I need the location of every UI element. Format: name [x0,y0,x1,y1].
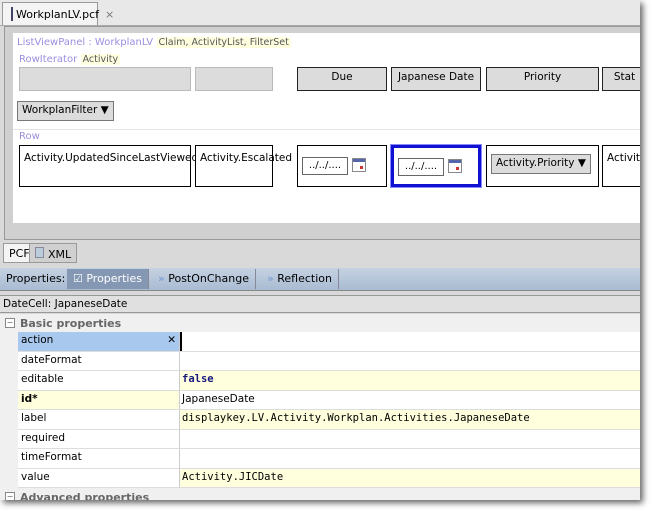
header-cell-blank-2[interactable] [195,67,273,91]
tab-postonchange[interactable]: » PostOnChange [152,269,256,289]
property-value[interactable]: JapaneseDate [180,390,640,409]
editor-tab-bar: WorkplanLV.pcf × [0,0,640,26]
chevron-down-icon: ▼ [577,157,586,169]
tab-properties[interactable]: ☑ Properties [67,269,149,289]
pcf-editor: ListViewPanel : WorkplanLV Claim, Activi… [4,26,640,263]
collapse-icon[interactable]: − [5,492,15,500]
section-title: Basic properties [20,316,122,330]
cell-japanese-date-selected[interactable]: ../../.... [390,144,482,188]
arrow-icon: » [267,272,278,285]
filter-label: WorkplanFilter [22,104,98,116]
tab-properties-label: Properties [86,272,142,285]
listviewpanel-args: Claim, ActivityList, FilterSet [156,37,291,48]
arrow-icon: » [158,272,169,285]
clear-icon[interactable]: ✕ [167,334,176,349]
property-key: timeFormat [18,449,180,468]
tab-reflection[interactable]: » Reflection [261,269,339,289]
property-row-timeformat[interactable]: timeFormat [18,449,640,469]
property-value[interactable]: displaykey.LV.Activity.Workplan.Activiti… [180,410,640,429]
property-key: action [21,334,54,346]
tab-xml[interactable]: XML [29,243,78,263]
ide-window: WorkplanLV.pcf × ListViewPanel : Workpla… [0,0,640,500]
property-row-value[interactable]: value Activity.JICDate [18,468,640,488]
property-row-dateformat[interactable]: dateFormat [18,351,640,371]
property-row-label[interactable]: label displaykey.LV.Activity.Workplan.Act… [18,410,640,430]
property-value[interactable] [180,429,640,448]
header-cell-japanese-date[interactable]: Japanese Date [391,67,481,91]
checklist-icon: ☑ [73,272,87,285]
close-icon[interactable]: × [105,8,114,21]
chevron-down-icon: ▼ [100,104,109,116]
property-row-required[interactable]: required [18,429,640,449]
collapse-icon[interactable]: − [5,318,15,328]
header-cell-due[interactable]: Due [297,67,387,91]
selected-element-title: DateCell: JapaneseDate [0,295,640,313]
calendar-icon[interactable] [448,159,462,173]
japanese-date-input[interactable]: ../../.... [398,158,444,176]
property-value[interactable] [180,449,640,468]
due-date-input[interactable]: ../../.... [302,157,348,175]
section-advanced-properties[interactable]: − Advanced properties [0,488,640,500]
cell-activity[interactable]: Activity [602,145,640,187]
listviewpanel-label: ListViewPanel : WorkplanLV [17,37,154,48]
property-value-input[interactable] [180,332,640,351]
cell-escalated[interactable]: Activity.Escalated [195,145,292,187]
priority-dropdown[interactable]: Activity.Priority ▼ [491,154,591,174]
file-tab-title: WorkplanLV.pcf [16,7,100,21]
property-row-id[interactable]: id* JapaneseDate [18,390,640,410]
properties-toolbar: Properties: ☑ Properties » PostOnChange … [0,268,640,291]
property-value[interactable]: Activity.JICDate [180,468,640,487]
tab-xml-label: XML [48,248,72,261]
priority-label: Activity.Priority [496,157,575,169]
rowiterator-arg: Activity [80,54,121,65]
view-tabs: PCF XML [0,240,640,266]
property-value[interactable] [180,351,640,370]
property-key: label [18,410,180,429]
property-row-action[interactable]: action ✕ [18,332,640,352]
rowiterator-label: RowIterator [19,54,78,65]
property-key: value [18,468,180,487]
file-tab[interactable]: WorkplanLV.pcf × [2,2,114,25]
section-basic-properties[interactable]: − Basic properties [0,314,640,332]
cell-priority[interactable]: Activity.Priority ▼ [486,145,599,187]
property-key: editable [18,371,180,390]
header-cell-blank-1[interactable] [19,67,191,91]
pcf-canvas: ListViewPanel : WorkplanLV Claim, Activi… [13,33,640,223]
property-row-editable[interactable]: editable false [18,371,640,391]
header-cell-status[interactable]: Stat [602,67,640,91]
tab-postonchange-label: PostOnChange [168,272,249,285]
property-key: required [18,429,180,448]
property-sheet: − Basic properties action ✕ dateFormat edi… [0,314,640,500]
calendar-icon[interactable] [352,158,366,172]
cell-updated-since-last-viewed[interactable]: Activity.UpdatedSinceLastViewed [19,145,198,187]
properties-label: Properties: [0,269,73,289]
row-label: Row [19,131,40,142]
header-cell-priority[interactable]: Priority [486,67,599,91]
workplan-filter-dropdown[interactable]: WorkplanFilter ▼ [17,101,114,121]
cell-due-date[interactable]: ../../.... [297,145,387,187]
tab-reflection-label: Reflection [277,272,332,285]
property-key: id* [18,390,180,409]
section-title: Advanced properties [20,490,150,501]
xml-file-icon [35,247,44,258]
pcf-file-icon [11,7,13,21]
property-value[interactable]: false [180,371,640,390]
property-key: dateFormat [18,351,180,370]
